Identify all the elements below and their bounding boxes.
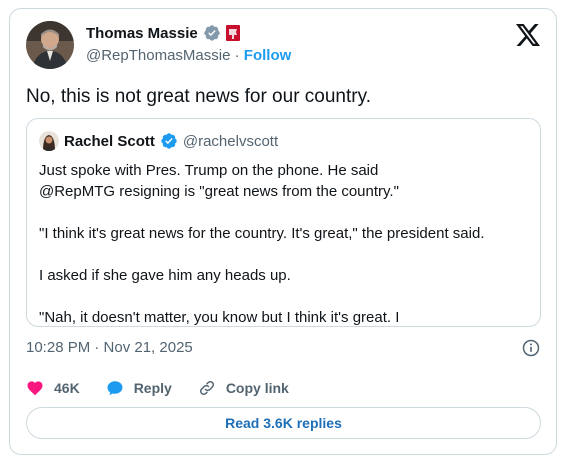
heart-icon	[27, 381, 43, 396]
congress-badge-icon	[225, 25, 240, 41]
quoted-author-avatar	[39, 131, 59, 151]
read-replies-button[interactable]: Read 3.6K replies	[26, 407, 541, 439]
quoted-text-line: Just spoke with Pres. Trump on the phone…	[39, 162, 379, 179]
quoted-text-line: "I think it's great news for the country…	[39, 225, 485, 242]
author-name-row: Thomas Massie	[86, 24, 240, 42]
separator-dot: ·	[234, 47, 240, 64]
follow-link[interactable]: Follow	[244, 47, 292, 64]
quoted-text-line: @RepMTG resigning is "great news from th…	[39, 183, 399, 200]
action-bar: 46K Reply Copy link	[26, 379, 315, 397]
quoted-verified-badge-icon	[161, 133, 177, 149]
tweet-embed-card: Thomas Massie @RepThomasMassie · Follow …	[9, 8, 557, 455]
quoted-text-line: I asked if she gave him any heads up.	[39, 267, 291, 284]
copy-link-button[interactable]: Copy link	[198, 379, 289, 397]
quoted-tweet-header: Rachel Scott @rachelvscott	[39, 131, 278, 151]
quoted-text-line: "Nah, it doesn't matter, you know but I …	[39, 309, 400, 326]
quoted-tweet-text: Just spoke with Pres. Trump on the phone…	[39, 160, 529, 328]
like-button[interactable]: 46K	[26, 379, 80, 397]
quoted-author-name: Rachel Scott	[64, 132, 155, 150]
info-icon[interactable]	[522, 339, 540, 357]
reply-button[interactable]: Reply	[106, 379, 172, 397]
link-icon	[199, 380, 214, 396]
verified-badge-icon	[204, 25, 220, 41]
copy-link-label: Copy link	[225, 380, 289, 396]
author-name[interactable]: Thomas Massie	[86, 25, 198, 42]
reply-label: Reply	[133, 380, 172, 396]
x-logo-icon[interactable]	[516, 24, 540, 46]
author-handle[interactable]: @RepThomasMassie	[86, 47, 230, 64]
reply-bubble-icon	[107, 381, 123, 396]
quoted-author-handle: @rachelvscott	[182, 132, 279, 150]
tweet-timestamp[interactable]: 10:28 PM · Nov 21, 2025	[26, 339, 193, 356]
author-handle-row: @RepThomasMassie · Follow	[86, 47, 291, 64]
tweet-text: No, this is not great news for our count…	[26, 86, 371, 107]
like-count: 46K	[54, 380, 80, 396]
author-avatar[interactable]	[26, 21, 74, 69]
quoted-tweet[interactable]: Rachel Scott @rachelvscott Just spoke wi…	[26, 118, 541, 327]
